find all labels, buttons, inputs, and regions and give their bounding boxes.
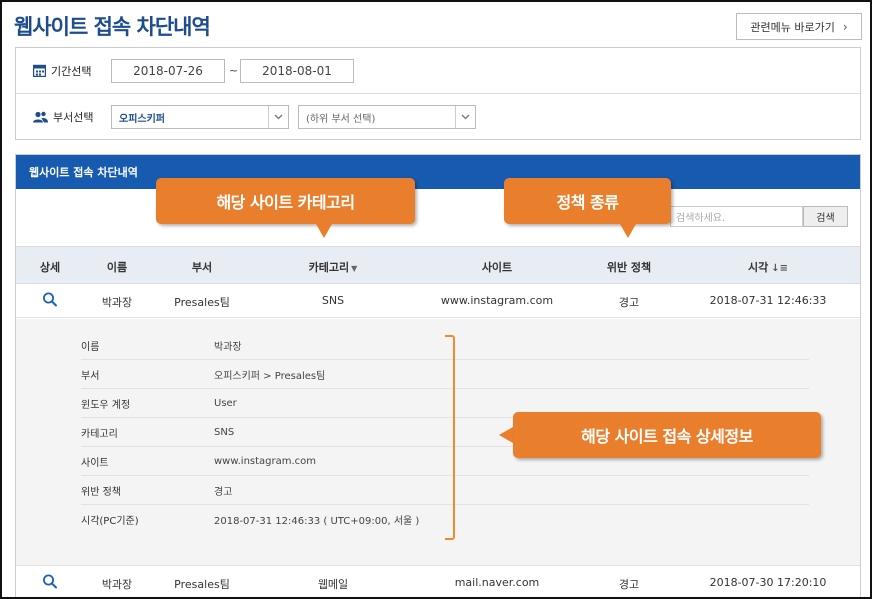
period-filter-row: 기간선택 2018-07-26 ~ 2018-08-01 [16,48,860,94]
dept-filter-row: 부서선택 오피스키퍼 (하위 부서 선택) [16,94,860,140]
callout-detail: 해당 사이트 접속 상세정보 [513,412,821,458]
detail-key: 위반 정책 [81,486,121,498]
col-site: 사이트 [481,261,513,274]
row-dept: Presales팀 [174,578,230,591]
callout-category-pointer [316,224,332,238]
row-category: SNS [321,294,345,307]
row-name: 박과장 [101,578,133,591]
magnifier-icon[interactable] [43,574,58,592]
row-policy: 경고 [618,296,640,309]
col-dept: 부서 [191,261,213,274]
dept-select[interactable]: 오피스키퍼 [111,105,289,129]
dept-label: 부서선택 [53,111,94,124]
detail-value: SNS [214,426,235,438]
screen-frame: 웹사이트 접속 차단내역 관련메뉴 바로가기 › 기간선택 2018-07-26… [0,0,872,599]
dept-label-group: 부서선택 [33,109,93,125]
detail-key: 이름 [81,341,100,353]
filter-box: 기간선택 2018-07-26 ~ 2018-08-01 부서선택 오피스키퍼 … [15,47,861,140]
detail-value: www.instagram.com [214,455,317,467]
col-time[interactable]: 시각 ↓≡ [748,259,788,275]
detail-value: User [214,397,237,409]
detail-value: 박과장 [214,341,242,353]
table-row[interactable]: 박과장 Presales팀 SNS www.instagram.com 경고 2… [16,284,860,318]
chevron-down-icon [455,106,475,128]
col-policy: 위반 정책 [606,261,652,274]
row-dept: Presales팀 [174,296,230,309]
detail-bracket [445,335,455,540]
detail-key: 사이트 [81,457,109,469]
table-header: 상세 이름 부서 카테고리 ▼ 사이트 위반 정책 시각 ↓≡ [16,246,860,284]
magnifier-icon[interactable] [43,292,58,310]
period-label-group: 기간선택 [33,63,91,79]
callout-detail-pointer [499,427,513,443]
date-range-separator: ~ [229,64,239,77]
subdept-select-placeholder: (하위 부서 선택) [306,113,376,125]
search-button[interactable]: 검색 [803,206,848,227]
dept-select-value: 오피스키퍼 [119,113,165,125]
sort-caret-down-icon: ▼ [351,264,358,273]
sort-desc-icon: ↓≡ [771,263,789,274]
panel-header: 웹사이트 접속 차단내역 [16,155,860,189]
calendar-icon [33,64,46,77]
row-site: www.instagram.com [440,294,554,307]
table-row[interactable]: 박과장 Presales팀 웹메일 mail.naver.com 경고 2018… [16,565,860,597]
col-category-label: 카테고리 [308,261,350,274]
col-time-label: 시각 [747,261,769,274]
callout-policy-pointer [620,224,636,238]
row-site: mail.naver.com [454,576,540,589]
callout-category: 해당 사이트 카테고리 [156,178,415,224]
detail-value: 2018-07-31 12:46:33 ( UTC+09:00, 서울 ) [214,516,420,527]
page-title: 웹사이트 접속 차단내역 [14,15,211,39]
col-name: 이름 [106,261,128,274]
search-input[interactable]: 검색하세요. [670,206,803,227]
callout-policy: 정책 종류 [504,178,671,224]
date-to-input[interactable]: 2018-08-01 [240,58,354,83]
date-from-input[interactable]: 2018-07-26 [111,58,225,83]
detail-value: 오피스키퍼 > Presales팀 [214,370,326,382]
detail-value: 경고 [214,486,233,498]
row-policy: 경고 [618,578,640,591]
col-detail: 상세 [39,261,61,274]
row-time: 2018-07-30 17:20:10 [709,576,827,589]
detail-key: 부서 [81,370,100,382]
related-menu-button[interactable]: 관련메뉴 바로가기 › [736,13,862,40]
row-time: 2018-07-31 12:46:33 [709,294,827,307]
chevron-down-icon [268,106,288,128]
row-category: 웹메일 [317,578,349,591]
users-icon [33,111,48,123]
col-category[interactable]: 카테고리 ▼ [309,259,358,275]
subdept-select[interactable]: (하위 부서 선택) [298,105,476,129]
detail-key: 카테고리 [81,428,118,440]
period-label: 기간선택 [51,64,92,78]
row-name: 박과장 [101,296,133,309]
detail-key: 시각(PC기준) [81,516,139,527]
chevron-right-icon: › [842,19,848,34]
block-history-panel: 웹사이트 접속 차단내역 검색하세요. 검색 상세 이름 부서 카테고리 ▼ 사이… [15,154,861,597]
related-menu-label: 관련메뉴 바로가기 [750,20,835,34]
detail-key: 윈도우 계정 [81,399,131,411]
